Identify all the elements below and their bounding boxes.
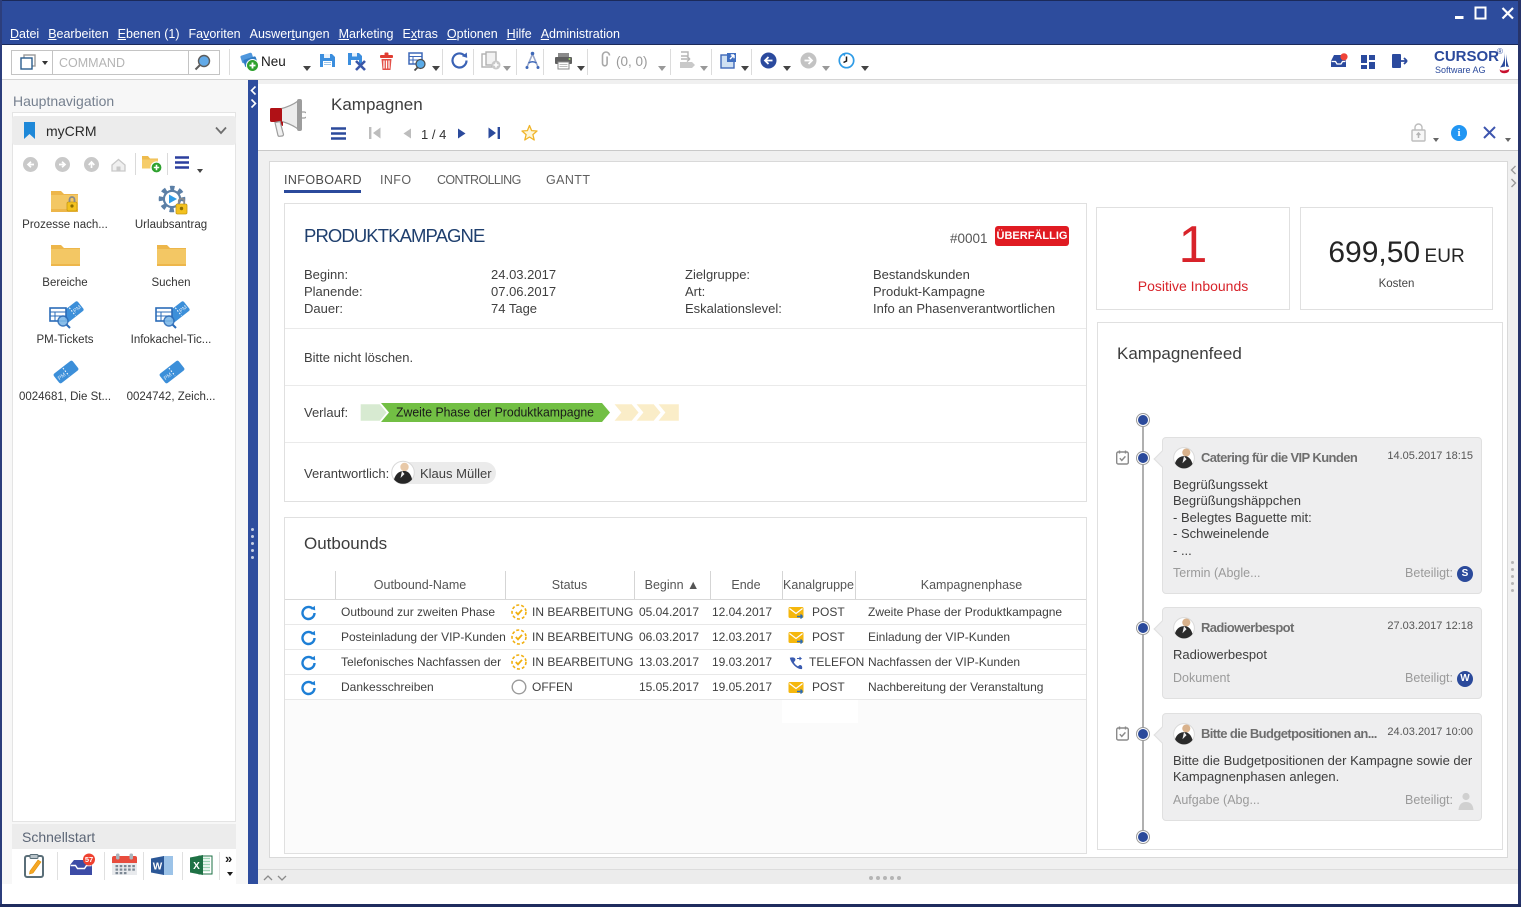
svg-text:57: 57 [85, 855, 93, 864]
svg-text:X: X [193, 861, 200, 872]
svg-text:Zweite Phase der Produktkampag: Zweite Phase der Produktkampagne [396, 405, 594, 420]
svg-text:W: W [153, 862, 163, 873]
